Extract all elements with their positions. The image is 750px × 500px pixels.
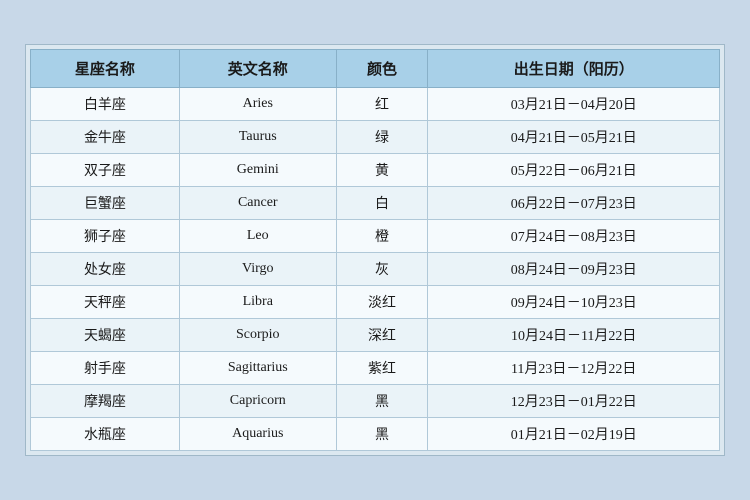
cell-english-name: Virgo (179, 253, 336, 286)
cell-color: 黄 (336, 154, 428, 187)
cell-date: 04月21日－05月21日 (428, 121, 720, 154)
cell-color: 绿 (336, 121, 428, 154)
cell-english-name: Taurus (179, 121, 336, 154)
cell-chinese-name: 双子座 (31, 154, 180, 187)
cell-chinese-name: 金牛座 (31, 121, 180, 154)
header-color: 颜色 (336, 50, 428, 88)
cell-chinese-name: 天秤座 (31, 286, 180, 319)
cell-chinese-name: 天蝎座 (31, 319, 180, 352)
zodiac-table: 星座名称 英文名称 颜色 出生日期（阳历） 白羊座Aries红03月21日－04… (30, 49, 720, 451)
cell-chinese-name: 白羊座 (31, 88, 180, 121)
header-chinese-name: 星座名称 (31, 50, 180, 88)
header-date: 出生日期（阳历） (428, 50, 720, 88)
zodiac-table-container: 星座名称 英文名称 颜色 出生日期（阳历） 白羊座Aries红03月21日－04… (25, 44, 725, 456)
table-body: 白羊座Aries红03月21日－04月20日金牛座Taurus绿04月21日－0… (31, 88, 720, 451)
cell-date: 10月24日－11月22日 (428, 319, 720, 352)
table-row: 巨蟹座Cancer白06月22日－07月23日 (31, 187, 720, 220)
cell-color: 红 (336, 88, 428, 121)
cell-english-name: Capricorn (179, 385, 336, 418)
cell-english-name: Aries (179, 88, 336, 121)
table-header-row: 星座名称 英文名称 颜色 出生日期（阳历） (31, 50, 720, 88)
cell-date: 11月23日－12月22日 (428, 352, 720, 385)
table-row: 双子座Gemini黄05月22日－06月21日 (31, 154, 720, 187)
cell-chinese-name: 狮子座 (31, 220, 180, 253)
cell-date: 07月24日－08月23日 (428, 220, 720, 253)
cell-english-name: Leo (179, 220, 336, 253)
header-english-name: 英文名称 (179, 50, 336, 88)
cell-english-name: Scorpio (179, 319, 336, 352)
cell-date: 05月22日－06月21日 (428, 154, 720, 187)
cell-date: 08月24日－09月23日 (428, 253, 720, 286)
table-row: 狮子座Leo橙07月24日－08月23日 (31, 220, 720, 253)
cell-date: 12月23日－01月22日 (428, 385, 720, 418)
cell-english-name: Libra (179, 286, 336, 319)
cell-color: 灰 (336, 253, 428, 286)
cell-color: 黑 (336, 385, 428, 418)
cell-chinese-name: 处女座 (31, 253, 180, 286)
cell-chinese-name: 巨蟹座 (31, 187, 180, 220)
cell-color: 紫红 (336, 352, 428, 385)
table-row: 水瓶座Aquarius黑01月21日－02月19日 (31, 418, 720, 451)
cell-color: 深红 (336, 319, 428, 352)
cell-color: 淡红 (336, 286, 428, 319)
table-row: 天秤座Libra淡红09月24日－10月23日 (31, 286, 720, 319)
cell-color: 黑 (336, 418, 428, 451)
cell-english-name: Cancer (179, 187, 336, 220)
cell-color: 白 (336, 187, 428, 220)
cell-chinese-name: 摩羯座 (31, 385, 180, 418)
cell-date: 03月21日－04月20日 (428, 88, 720, 121)
table-row: 金牛座Taurus绿04月21日－05月21日 (31, 121, 720, 154)
cell-chinese-name: 水瓶座 (31, 418, 180, 451)
cell-english-name: Sagittarius (179, 352, 336, 385)
cell-chinese-name: 射手座 (31, 352, 180, 385)
cell-color: 橙 (336, 220, 428, 253)
cell-date: 06月22日－07月23日 (428, 187, 720, 220)
cell-english-name: Gemini (179, 154, 336, 187)
table-row: 天蝎座Scorpio深红10月24日－11月22日 (31, 319, 720, 352)
table-row: 摩羯座Capricorn黑12月23日－01月22日 (31, 385, 720, 418)
cell-date: 01月21日－02月19日 (428, 418, 720, 451)
table-row: 处女座Virgo灰08月24日－09月23日 (31, 253, 720, 286)
cell-date: 09月24日－10月23日 (428, 286, 720, 319)
table-row: 白羊座Aries红03月21日－04月20日 (31, 88, 720, 121)
table-row: 射手座Sagittarius紫红11月23日－12月22日 (31, 352, 720, 385)
cell-english-name: Aquarius (179, 418, 336, 451)
